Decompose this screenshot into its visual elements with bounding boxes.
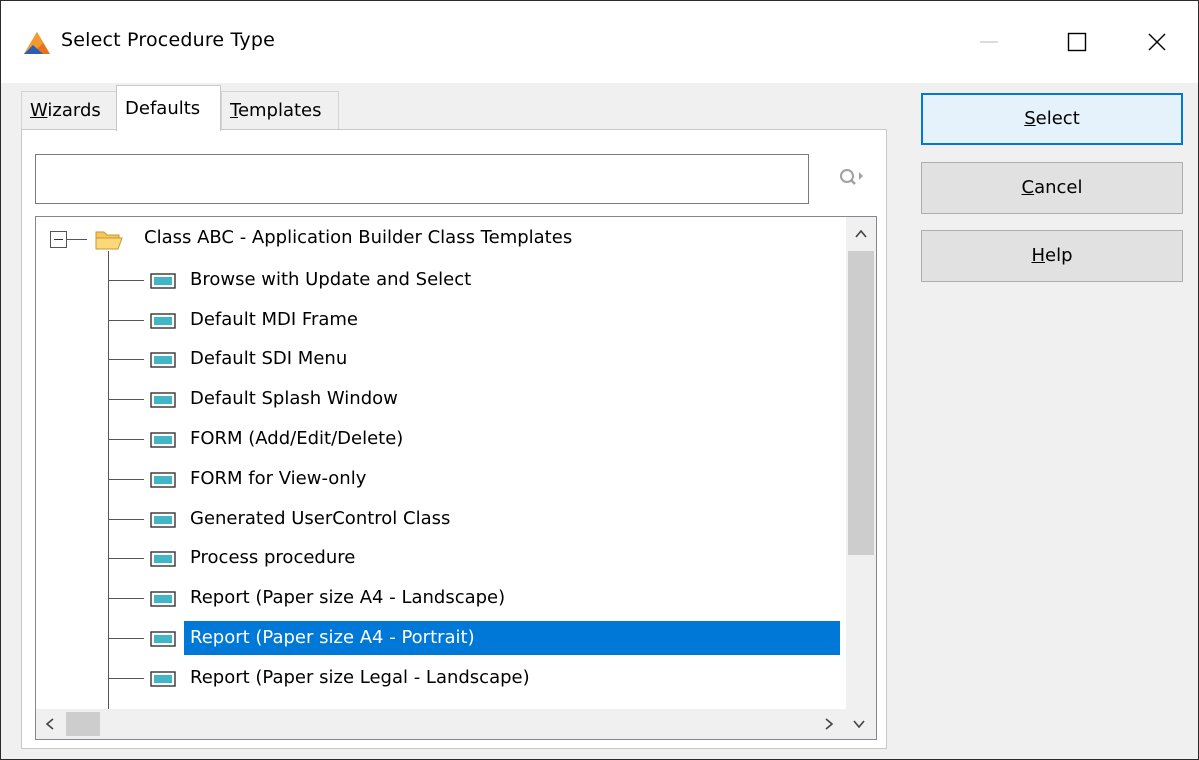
tab-templates-label: emplates bbox=[237, 100, 322, 121]
maximize-icon bbox=[1067, 32, 1087, 52]
procedure-icon bbox=[150, 313, 176, 333]
procedure-icon bbox=[150, 671, 176, 691]
vertical-scrollbar[interactable] bbox=[846, 217, 876, 709]
tree-connector bbox=[108, 598, 144, 599]
chevron-right-icon bbox=[825, 718, 834, 730]
tab-defaults-label: efaults bbox=[138, 98, 201, 119]
tree-item[interactable]: Default Splash Window bbox=[36, 380, 844, 418]
scroll-right-button[interactable] bbox=[814, 709, 844, 739]
tree-root-label: Class ABC - Application Builder Class Te… bbox=[144, 227, 573, 248]
tree-connector bbox=[108, 479, 144, 480]
select-button-label: elect bbox=[1035, 108, 1080, 129]
procedure-icon bbox=[150, 551, 176, 571]
search-input[interactable] bbox=[35, 154, 809, 204]
select-button-accel: S bbox=[1024, 108, 1036, 129]
tree-item-label: FORM for View-only bbox=[190, 468, 367, 489]
tab-defaults-accel: D bbox=[125, 98, 139, 119]
tree-connector bbox=[108, 519, 144, 520]
horizontal-scroll-thumb[interactable] bbox=[66, 712, 100, 736]
tree-item-label: FORM (Add/Edit/Delete) bbox=[190, 428, 404, 449]
tree-connector bbox=[108, 320, 144, 321]
tab-wizards[interactable]: Wizards bbox=[21, 91, 117, 129]
tree-item-label: Generated UserControl Class bbox=[190, 508, 451, 529]
tree-item-label: Browse with Update and Select bbox=[190, 269, 472, 290]
dialog-window: Select Procedure Type Wizards Defaults T… bbox=[0, 0, 1199, 760]
tree-item-label: Default SDI Menu bbox=[190, 348, 348, 369]
procedure-icon bbox=[150, 631, 176, 651]
tree-root-node[interactable]: Class ABC - Application Builder Class Te… bbox=[36, 217, 844, 261]
maximize-button[interactable] bbox=[1033, 1, 1121, 83]
cancel-button[interactable]: Cancel bbox=[921, 162, 1183, 214]
tab-wizards-accel: W bbox=[30, 100, 48, 121]
tab-wizards-label: izards bbox=[47, 100, 101, 121]
tree-item-label: Process procedure bbox=[190, 547, 356, 568]
chevron-down-icon bbox=[853, 720, 865, 729]
minimize-button[interactable] bbox=[945, 1, 1033, 83]
scroll-down-button[interactable] bbox=[844, 709, 874, 739]
tree-item[interactable]: Process procedure bbox=[36, 539, 844, 577]
tree-item-label: Default Splash Window bbox=[190, 388, 398, 409]
vertical-scroll-thumb[interactable] bbox=[848, 251, 874, 555]
tree-item-label: Report (Paper size A4 - Landscape) bbox=[190, 587, 506, 608]
tree-item[interactable]: Generated UserControl Class bbox=[36, 500, 844, 538]
tree-item-label: Report (Paper size Legal - Landscape) bbox=[190, 667, 530, 688]
help-button-accel: H bbox=[1031, 245, 1046, 266]
select-button[interactable]: Select bbox=[921, 93, 1183, 145]
tab-templates-accel: T bbox=[230, 100, 238, 121]
procedure-icon bbox=[150, 352, 176, 372]
tree-connector bbox=[108, 439, 144, 440]
chevron-up-icon bbox=[855, 229, 867, 238]
tab-templates[interactable]: Templates bbox=[221, 91, 339, 129]
search-icon bbox=[840, 169, 863, 185]
app-logo-icon bbox=[23, 31, 51, 55]
cancel-button-label: ancel bbox=[1034, 177, 1083, 198]
tree-item-label: Report (Paper size A4 - Portrait) bbox=[184, 621, 840, 655]
procedure-icon bbox=[150, 472, 176, 492]
procedure-icon bbox=[150, 273, 176, 293]
tree-item[interactable]: Default MDI Frame bbox=[36, 301, 844, 339]
tree-connector bbox=[108, 678, 144, 679]
tree-item[interactable]: FORM (Add/Edit/Delete) bbox=[36, 420, 844, 458]
procedure-icon bbox=[150, 512, 176, 532]
tree-item[interactable]: FORM for View-only bbox=[36, 460, 844, 498]
tree-item[interactable]: Browse with Update and Select bbox=[36, 261, 844, 299]
scroll-up-button[interactable] bbox=[846, 217, 876, 251]
close-icon bbox=[1148, 33, 1166, 51]
cancel-button-accel: C bbox=[1021, 177, 1035, 198]
tree-connector bbox=[108, 399, 144, 400]
tree-connector bbox=[108, 359, 144, 360]
procedure-icon bbox=[150, 591, 176, 611]
folder-open-icon bbox=[94, 227, 124, 255]
window-title: Select Procedure Type bbox=[61, 29, 275, 51]
help-button-label: elp bbox=[1045, 245, 1073, 266]
tree-item-label: Default MDI Frame bbox=[190, 309, 358, 330]
tree-connector bbox=[108, 638, 144, 639]
tab-defaults[interactable]: Defaults bbox=[116, 85, 221, 131]
help-button[interactable]: Help bbox=[921, 230, 1183, 282]
tree-connector bbox=[67, 239, 87, 240]
close-button[interactable] bbox=[1113, 1, 1199, 83]
procedure-tree[interactable]: Class ABC - Application Builder Class Te… bbox=[35, 216, 877, 740]
chevron-left-icon bbox=[45, 718, 54, 730]
minimize-icon bbox=[980, 41, 998, 43]
search-button[interactable] bbox=[827, 155, 873, 203]
collapse-icon[interactable] bbox=[50, 231, 67, 248]
procedure-icon bbox=[150, 392, 176, 412]
procedure-icon bbox=[150, 432, 176, 452]
tree-item-selected[interactable]: Report (Paper size A4 - Portrait) bbox=[36, 619, 844, 657]
tree-item[interactable]: Report (Paper size A4 - Landscape) bbox=[36, 579, 844, 617]
tree-connector bbox=[108, 280, 144, 281]
title-bar: Select Procedure Type bbox=[1, 1, 1198, 83]
tree-item[interactable]: Report (Paper size Legal - Landscape) bbox=[36, 659, 844, 697]
scroll-left-button[interactable] bbox=[36, 709, 66, 739]
tree-item[interactable]: Default SDI Menu bbox=[36, 340, 844, 378]
tree-connector bbox=[108, 558, 144, 559]
horizontal-scrollbar[interactable] bbox=[36, 709, 876, 739]
